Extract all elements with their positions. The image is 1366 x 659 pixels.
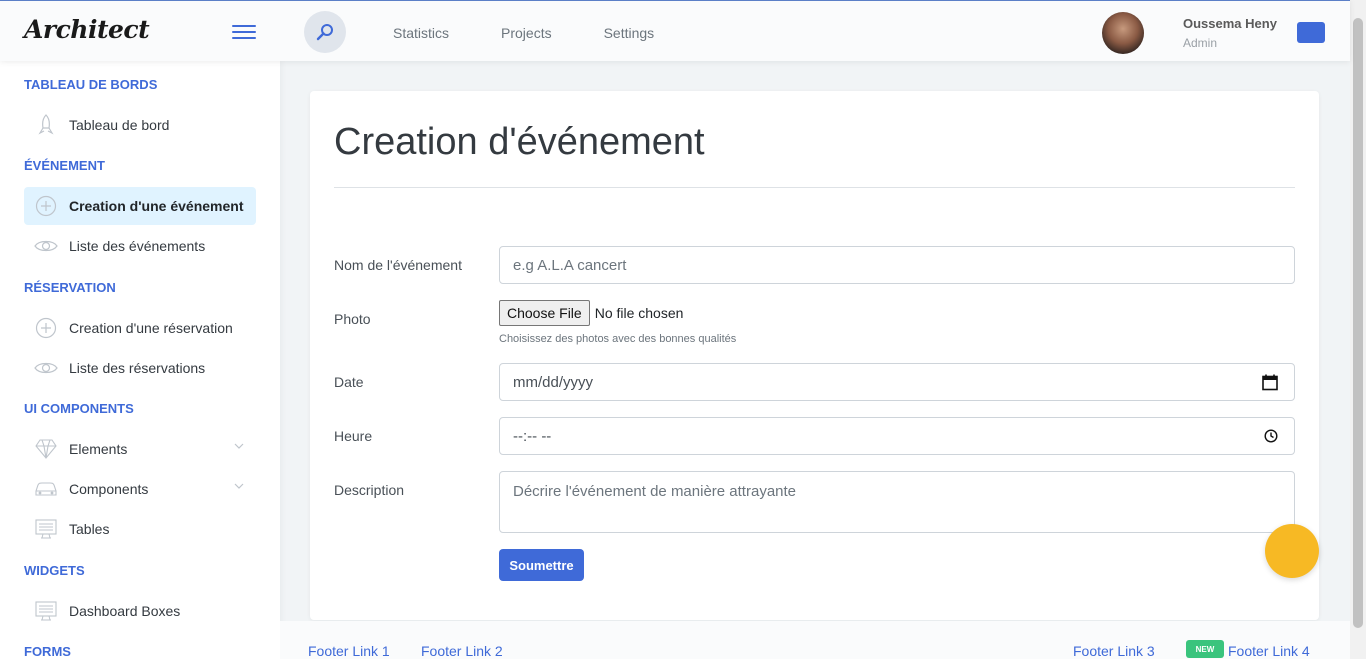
clock-icon[interactable] xyxy=(1264,429,1278,443)
description-label: Description xyxy=(334,482,405,498)
avatar[interactable] xyxy=(1102,12,1144,54)
event-name-label: Nom de l'événement xyxy=(334,257,462,273)
sidebar-item-label: Creation d'une réservation xyxy=(69,320,233,336)
sidebar-item-label: Tableau de bord xyxy=(69,117,170,133)
section-title-reservation: RÉSERVATION xyxy=(24,280,116,295)
sidebar-item-label: Liste des événements xyxy=(69,238,206,254)
time-placeholder: --:-- -- xyxy=(513,427,552,445)
choose-file-button[interactable]: Choose File xyxy=(499,300,590,326)
sidebar-item-label: Creation d'une événement xyxy=(69,198,244,214)
chevron-down-icon xyxy=(234,483,244,489)
date-placeholder: mm/dd/yyyy xyxy=(513,373,594,391)
photo-file-input: Choose File No file chosen xyxy=(499,300,683,326)
time-input[interactable]: --:-- -- xyxy=(499,417,1295,455)
section-title-forms: FORMS xyxy=(24,644,71,659)
date-input[interactable]: mm/dd/yyyy xyxy=(499,363,1295,401)
eye-icon xyxy=(34,234,58,258)
user-role: Admin xyxy=(1183,36,1218,50)
event-name-placeholder: e.g A.L.A cancert xyxy=(513,256,627,274)
footer-link-3[interactable]: Footer Link 3 xyxy=(1073,643,1155,659)
car-icon xyxy=(34,477,58,501)
menu-toggle-icon[interactable] xyxy=(232,25,256,39)
submit-button[interactable]: Soumettre xyxy=(499,549,584,581)
section-title-event: ÉVÉNEMENT xyxy=(24,158,105,173)
chevron-down-icon xyxy=(234,443,244,449)
page-title: Creation d'événement xyxy=(334,121,705,163)
search-icon xyxy=(316,24,333,41)
sidebar: TABLEAU DE BORDS Tableau de bord ÉVÉNEME… xyxy=(0,61,280,659)
description-textarea[interactable]: Décrire l'événement de manière attrayant… xyxy=(499,471,1295,533)
header-nav: Statistics Projects Settings xyxy=(393,25,706,41)
sidebar-item-label: Elements xyxy=(69,441,128,457)
sidebar-item-label: Dashboard Boxes xyxy=(69,603,181,619)
section-title-dashboards: TABLEAU DE BORDS xyxy=(24,77,158,92)
nav-projects[interactable]: Projects xyxy=(501,25,552,41)
user-menu-button[interactable] xyxy=(1297,22,1325,43)
section-title-widgets: WIDGETS xyxy=(24,563,85,578)
diamond-icon xyxy=(34,437,58,461)
user-name: Oussema Heny xyxy=(1183,16,1277,31)
photo-label: Photo xyxy=(334,311,371,327)
event-form-card: Creation d'événement Nom de l'événement … xyxy=(310,91,1319,620)
scrollbar-thumb[interactable] xyxy=(1353,18,1363,628)
eye-icon xyxy=(34,356,58,380)
sidebar-item-tables[interactable]: Tables xyxy=(24,510,256,548)
section-title-ui-components: UI COMPONENTS xyxy=(24,401,134,416)
photo-help-text: Choisissez des photos avec des bonnes qu… xyxy=(499,333,737,345)
date-label: Date xyxy=(334,374,364,390)
divider xyxy=(334,187,1295,188)
sidebar-item-label: Components xyxy=(69,481,149,497)
event-name-input[interactable]: e.g A.L.A cancert xyxy=(499,246,1295,284)
sidebar-item-elements[interactable]: Elements xyxy=(24,430,256,468)
plus-circle-icon xyxy=(34,316,58,340)
sidebar-item-label: Tables xyxy=(69,521,110,537)
app-logo[interactable]: Architect xyxy=(24,15,150,44)
file-status: No file chosen xyxy=(594,305,684,321)
sidebar-item-reservation-list[interactable]: Liste des réservations xyxy=(24,349,256,387)
monitor-icon xyxy=(34,517,58,541)
time-label: Heure xyxy=(334,428,373,444)
sidebar-item-create-reservation[interactable]: Creation d'une réservation xyxy=(24,309,256,347)
sidebar-item-dashboard[interactable]: Tableau de bord xyxy=(24,106,256,144)
sidebar-item-event-list[interactable]: Liste des événements xyxy=(24,227,256,265)
footer-link-1[interactable]: Footer Link 1 xyxy=(308,643,390,659)
page-scrollbar[interactable] xyxy=(1350,0,1366,659)
plus-circle-icon xyxy=(34,194,58,218)
footer-link-4[interactable]: Footer Link 4 xyxy=(1228,643,1310,659)
floating-action-button[interactable] xyxy=(1265,524,1319,578)
rocket-icon xyxy=(34,113,58,137)
calendar-icon[interactable] xyxy=(1262,374,1278,391)
footer-link-2[interactable]: Footer Link 2 xyxy=(421,643,503,659)
search-button[interactable] xyxy=(304,11,346,53)
app-header: Architect Statistics Projects Settings O… xyxy=(0,0,1350,61)
monitor-icon xyxy=(34,599,58,623)
sidebar-item-dashboard-boxes[interactable]: Dashboard Boxes xyxy=(24,592,256,630)
sidebar-item-create-event[interactable]: Creation d'une événement xyxy=(24,187,256,225)
new-badge: NEW xyxy=(1186,640,1224,658)
nav-statistics[interactable]: Statistics xyxy=(393,25,449,41)
nav-settings[interactable]: Settings xyxy=(604,25,655,41)
sidebar-item-label: Liste des réservations xyxy=(69,360,206,376)
description-placeholder: Décrire l'événement de manière attrayant… xyxy=(513,483,797,500)
sidebar-item-components[interactable]: Components xyxy=(24,470,256,508)
app-footer: Footer Link 1 Footer Link 2 Footer Link … xyxy=(280,621,1350,659)
